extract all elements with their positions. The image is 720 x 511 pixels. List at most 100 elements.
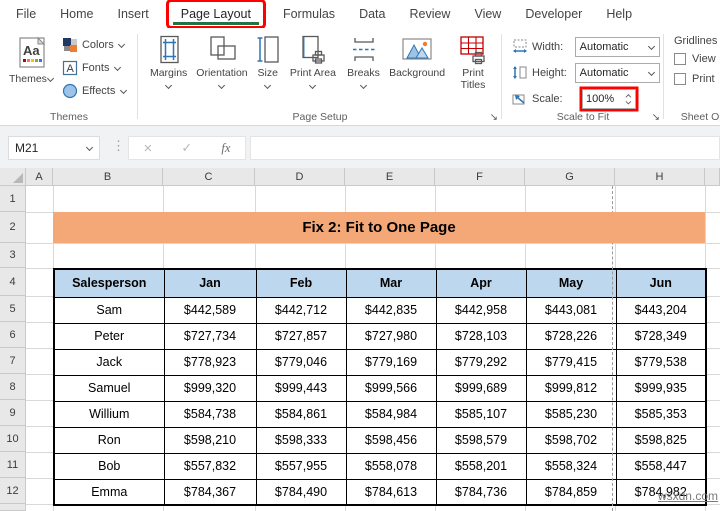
table-cell[interactable]: Ron — [54, 427, 164, 453]
row-header-1[interactable]: 1 — [0, 186, 25, 212]
table-cell[interactable]: $779,415 — [526, 349, 616, 375]
table-cell[interactable]: $779,292 — [436, 349, 526, 375]
checkbox-icon[interactable] — [674, 73, 686, 85]
spinner-arrows-icon[interactable] — [624, 92, 632, 105]
table-cell[interactable]: Samuel — [54, 375, 164, 401]
table-cell[interactable]: $558,078 — [346, 453, 436, 479]
breaks-button[interactable]: Breaks — [341, 33, 386, 92]
column-header-g[interactable]: G — [525, 168, 615, 186]
row-header-8[interactable]: 8 — [0, 374, 25, 400]
scale-spinner[interactable]: 100% — [582, 89, 636, 109]
insert-function-icon[interactable]: fx — [221, 141, 230, 156]
table-cell[interactable]: $598,210 — [164, 427, 256, 453]
size-button[interactable]: Size — [251, 33, 285, 92]
table-cell[interactable]: $598,333 — [256, 427, 346, 453]
fonts-button[interactable]: A Fonts — [62, 58, 127, 78]
table-cell[interactable]: $999,443 — [256, 375, 346, 401]
table-cell[interactable]: $779,169 — [346, 349, 436, 375]
row-header[interactable] — [0, 504, 25, 511]
table-cell[interactable]: $999,689 — [436, 375, 526, 401]
tab-data[interactable]: Data — [347, 0, 397, 28]
table-header-cell[interactable]: Jun — [616, 269, 706, 297]
tab-help[interactable]: Help — [594, 0, 644, 28]
table-cell[interactable]: $585,230 — [526, 401, 616, 427]
row-header-2[interactable]: 2 — [0, 212, 25, 243]
height-dropdown[interactable]: Automatic — [575, 63, 660, 83]
table-cell[interactable]: $999,935 — [616, 375, 706, 401]
row-header-10[interactable]: 10 — [0, 426, 25, 452]
name-box[interactable]: M21 — [8, 136, 100, 160]
effects-button[interactable]: Effects — [62, 81, 127, 101]
tab-insert[interactable]: Insert — [106, 0, 161, 28]
table-cell[interactable]: $442,835 — [346, 297, 436, 323]
colors-button[interactable]: Colors — [62, 35, 127, 55]
tab-file[interactable]: File — [4, 0, 48, 28]
table-cell[interactable]: $779,046 — [256, 349, 346, 375]
table-cell[interactable]: $784,613 — [346, 479, 436, 505]
table-header-cell[interactable]: Apr — [436, 269, 526, 297]
formula-input[interactable] — [250, 136, 720, 160]
table-cell[interactable]: $442,589 — [164, 297, 256, 323]
table-cell[interactable]: $779,538 — [616, 349, 706, 375]
table-cell[interactable]: $727,980 — [346, 323, 436, 349]
table-cell[interactable]: $598,825 — [616, 427, 706, 453]
tab-review[interactable]: Review — [397, 0, 462, 28]
table-cell[interactable]: $728,226 — [526, 323, 616, 349]
row-header-12[interactable]: 12 — [0, 478, 25, 504]
table-cell[interactable]: $585,353 — [616, 401, 706, 427]
table-cell[interactable]: $999,566 — [346, 375, 436, 401]
column-header-f[interactable]: F — [435, 168, 525, 186]
table-cell[interactable]: $585,107 — [436, 401, 526, 427]
scale-to-fit-dialog-launcher-icon[interactable]: ↘ — [652, 113, 660, 123]
table-cell[interactable]: $784,490 — [256, 479, 346, 505]
row-header-11[interactable]: 11 — [0, 452, 25, 478]
table-cell[interactable]: $598,702 — [526, 427, 616, 453]
table-cell[interactable]: $558,201 — [436, 453, 526, 479]
table-cell[interactable]: $784,367 — [164, 479, 256, 505]
table-cell[interactable]: $584,861 — [256, 401, 346, 427]
table-header-cell[interactable]: Salesperson — [54, 269, 164, 297]
table-cell[interactable]: $558,447 — [616, 453, 706, 479]
column-header[interactable] — [705, 168, 720, 186]
row-header-9[interactable]: 9 — [0, 400, 25, 426]
gridlines-print-checkbox[interactable]: Print — [674, 73, 720, 85]
row-header-7[interactable]: 7 — [0, 348, 25, 374]
table-cell[interactable]: $999,812 — [526, 375, 616, 401]
table-cell[interactable]: $557,955 — [256, 453, 346, 479]
tab-formulas[interactable]: Formulas — [271, 0, 347, 28]
table-header-cell[interactable]: Jan — [164, 269, 256, 297]
table-cell[interactable]: $443,081 — [526, 297, 616, 323]
tab-developer[interactable]: Developer — [513, 0, 594, 28]
table-cell[interactable]: Peter — [54, 323, 164, 349]
table-cell[interactable]: $443,204 — [616, 297, 706, 323]
table-cell[interactable]: Jack — [54, 349, 164, 375]
row-header-5[interactable]: 5 — [0, 296, 25, 322]
table-cell[interactable]: $728,349 — [616, 323, 706, 349]
row-header-6[interactable]: 6 — [0, 322, 25, 348]
table-header-cell[interactable]: Feb — [256, 269, 346, 297]
table-cell[interactable]: $442,712 — [256, 297, 346, 323]
table-cell[interactable]: $728,103 — [436, 323, 526, 349]
orientation-button[interactable]: Orientation — [193, 33, 250, 92]
column-header-b[interactable]: B — [53, 168, 163, 186]
select-all-corner[interactable] — [0, 168, 26, 186]
print-area-button[interactable]: Print Area — [285, 33, 341, 92]
tab-view[interactable]: View — [462, 0, 513, 28]
table-cell[interactable]: $727,734 — [164, 323, 256, 349]
table-cell[interactable]: $584,738 — [164, 401, 256, 427]
table-cell[interactable]: $598,579 — [436, 427, 526, 453]
column-header-d[interactable]: D — [255, 168, 345, 186]
column-header-h[interactable]: H — [615, 168, 705, 186]
table-cell[interactable]: $778,923 — [164, 349, 256, 375]
column-header-a[interactable]: A — [26, 168, 53, 186]
table-cell[interactable]: $584,984 — [346, 401, 436, 427]
page-setup-dialog-launcher-icon[interactable]: ↘ — [490, 113, 498, 123]
table-cell[interactable]: $784,859 — [526, 479, 616, 505]
table-cell[interactable]: $558,324 — [526, 453, 616, 479]
table-header-cell[interactable]: Mar — [346, 269, 436, 297]
table-cell[interactable]: Bob — [54, 453, 164, 479]
tab-home[interactable]: Home — [48, 0, 105, 28]
table-cell[interactable]: Sam — [54, 297, 164, 323]
tab-page-layout[interactable]: Page Layout — [169, 2, 263, 26]
column-header-c[interactable]: C — [163, 168, 255, 186]
